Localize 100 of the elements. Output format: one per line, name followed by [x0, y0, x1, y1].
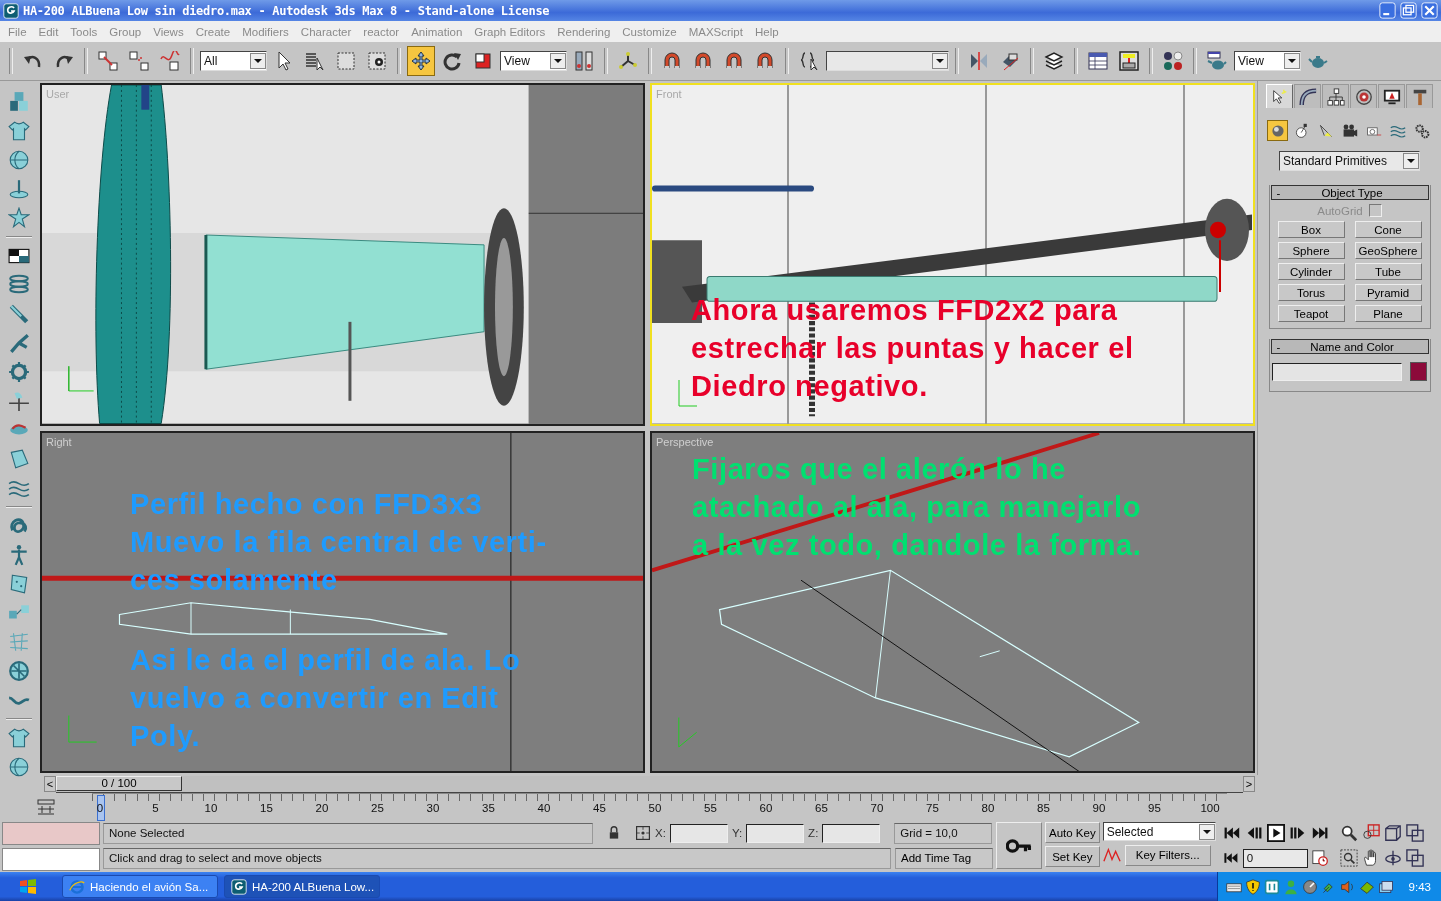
primitive-button[interactable]: Teapot — [1277, 305, 1345, 322]
panel-icon[interactable] — [8, 573, 30, 595]
panel-tab[interactable] — [1294, 84, 1321, 108]
corner-squares-icon[interactable] — [1405, 849, 1424, 867]
track-bar[interactable]: 0 5 10 15 20 25 30 35 40 45 50 55 60 65 70 75 80 85 90 95 100 — [92, 793, 1227, 821]
close-button[interactable] — [1421, 2, 1438, 19]
dashed-magnifier-icon[interactable] — [1339, 849, 1358, 867]
taskbar-button[interactable]: HA-200 ALBuena Low... — [224, 875, 380, 898]
previous-frame-button[interactable]: < — [44, 776, 56, 792]
bent-pipe-icon — [1298, 87, 1317, 106]
primitive-button[interactable]: Sphere — [1277, 242, 1345, 259]
taskbar-button[interactable]: Haciendo el avión Sa... — [62, 875, 218, 898]
time-slider-thumb[interactable]: 0 / 100 — [56, 775, 182, 791]
orbit-icon[interactable] — [1383, 849, 1402, 867]
cubes-icon[interactable] — [8, 91, 30, 113]
frame-number: 40 — [537, 802, 551, 814]
script-listener-field[interactable] — [2, 822, 100, 845]
figure-icon[interactable] — [8, 544, 30, 566]
primitive-button[interactable]: Plane — [1354, 305, 1422, 322]
dropdown[interactable]: View — [1234, 51, 1301, 71]
globe-e-icon — [69, 878, 85, 895]
panel-tab[interactable] — [1378, 84, 1405, 108]
star-icon[interactable] — [8, 207, 30, 229]
shirt-icon[interactable] — [8, 120, 30, 142]
primitive-button[interactable]: Torus — [1277, 284, 1345, 301]
shirt-icon[interactable] — [8, 727, 30, 749]
primitive-button[interactable]: Pyramid — [1354, 284, 1422, 301]
script-listener-field[interactable] — [2, 848, 100, 871]
sheet-icon[interactable] — [8, 448, 30, 470]
speaker-icon[interactable] — [1339, 878, 1356, 895]
minimize-button[interactable] — [1379, 2, 1396, 19]
key-filters-button[interactable]: Key Filters... — [1124, 844, 1211, 866]
frame-number: 65 — [815, 802, 828, 814]
linked-squares-icon — [98, 51, 118, 71]
frame-number: 90 — [1092, 802, 1106, 814]
primitive-button[interactable]: Tube — [1354, 263, 1422, 280]
restore-button[interactable] — [1400, 2, 1417, 19]
ball-icon[interactable] — [8, 149, 30, 171]
coordinate-field[interactable] — [822, 823, 881, 843]
dashed-dot-square-icon — [367, 51, 387, 71]
primitive-button[interactable]: Cone — [1354, 221, 1422, 238]
ball-icon[interactable] — [8, 756, 30, 778]
auto-key-button[interactable]: Auto Key — [1045, 822, 1100, 843]
network-box-icon[interactable] — [1263, 878, 1280, 895]
add-time-tag-button[interactable]: Add Time Tag — [895, 847, 993, 869]
pin-icon[interactable] — [8, 178, 30, 200]
coordinate-field[interactable] — [669, 823, 728, 843]
color-swatch[interactable] — [1410, 362, 1427, 381]
primitive-button[interactable]: Box — [1277, 221, 1345, 238]
hinge-icon[interactable] — [8, 332, 30, 354]
rod-icon[interactable] — [8, 303, 30, 325]
frame-number: 45 — [593, 802, 606, 814]
set-key-mode-button[interactable]: Set Key — [1045, 846, 1100, 867]
vane-icon[interactable] — [8, 390, 30, 412]
corner-squares-icon[interactable] — [1405, 824, 1424, 842]
move-arrows-button[interactable] — [407, 46, 435, 76]
box-frame-icon[interactable] — [1383, 824, 1402, 842]
clock-page-icon[interactable] — [1311, 849, 1329, 867]
window-title: HA-200 ALBuena Low sin diedro.max - Autodesk 3ds Max 8 - Stand-alone License — [23, 3, 551, 18]
set-key-button[interactable] — [996, 822, 1042, 869]
gear-icon[interactable] — [8, 361, 30, 383]
rollout-header[interactable]: - Name and Color — [1270, 339, 1429, 354]
skip-start-icon[interactable] — [1222, 850, 1239, 866]
rollout-header[interactable]: - Object Type — [1270, 185, 1429, 200]
primitive-button[interactable]: Cylinder — [1277, 263, 1345, 280]
panel-tab[interactable] — [1322, 84, 1349, 108]
frame-number: 55 — [704, 802, 717, 814]
frame-number: 5 — [152, 802, 159, 814]
named-selection-dropdown[interactable] — [826, 51, 949, 71]
dropdown[interactable]: All — [200, 51, 267, 71]
coordinate-field[interactable] — [746, 823, 805, 843]
spring-icon[interactable] — [8, 274, 30, 296]
coordinate-label: Z: — [808, 827, 819, 839]
window-panel-icon — [1119, 51, 1139, 71]
next-frame-button[interactable]: > — [1243, 776, 1255, 792]
target-square-icon[interactable] — [635, 825, 651, 841]
curve-icon[interactable] — [1102, 846, 1121, 864]
filter-bars-icon[interactable] — [36, 797, 56, 817]
gauge-icon[interactable] — [1301, 878, 1318, 895]
folders-icon[interactable] — [1377, 878, 1394, 895]
magnet-icon — [724, 51, 744, 71]
frame-number: 75 — [926, 802, 939, 814]
category-dropdown[interactable]: Standard Primitives — [1279, 151, 1420, 171]
key-mode-dropdown[interactable]: Selected — [1102, 822, 1216, 841]
wheel-icon[interactable] — [8, 660, 30, 682]
primitive-button[interactable]: GeoSphere — [1354, 242, 1422, 259]
category-button[interactable] — [1267, 120, 1288, 141]
magnifier-icon[interactable] — [1339, 824, 1358, 842]
lock-icon[interactable] — [607, 826, 621, 840]
time-slider-track[interactable]: 0 / 100 — [56, 775, 1243, 793]
squiggle-square-icon — [160, 51, 180, 71]
frame-number: 60 — [759, 802, 773, 814]
frame-number: 10 — [204, 802, 218, 814]
name-field[interactable] — [1272, 362, 1402, 381]
dropdown[interactable]: View — [500, 51, 567, 71]
shield-icon[interactable] — [1244, 878, 1261, 895]
grid-squares-icon[interactable] — [1361, 824, 1380, 842]
frame-number: 0 — [96, 802, 104, 814]
play-icon[interactable] — [1266, 824, 1285, 842]
frame-field[interactable]: 0 — [1242, 848, 1308, 868]
